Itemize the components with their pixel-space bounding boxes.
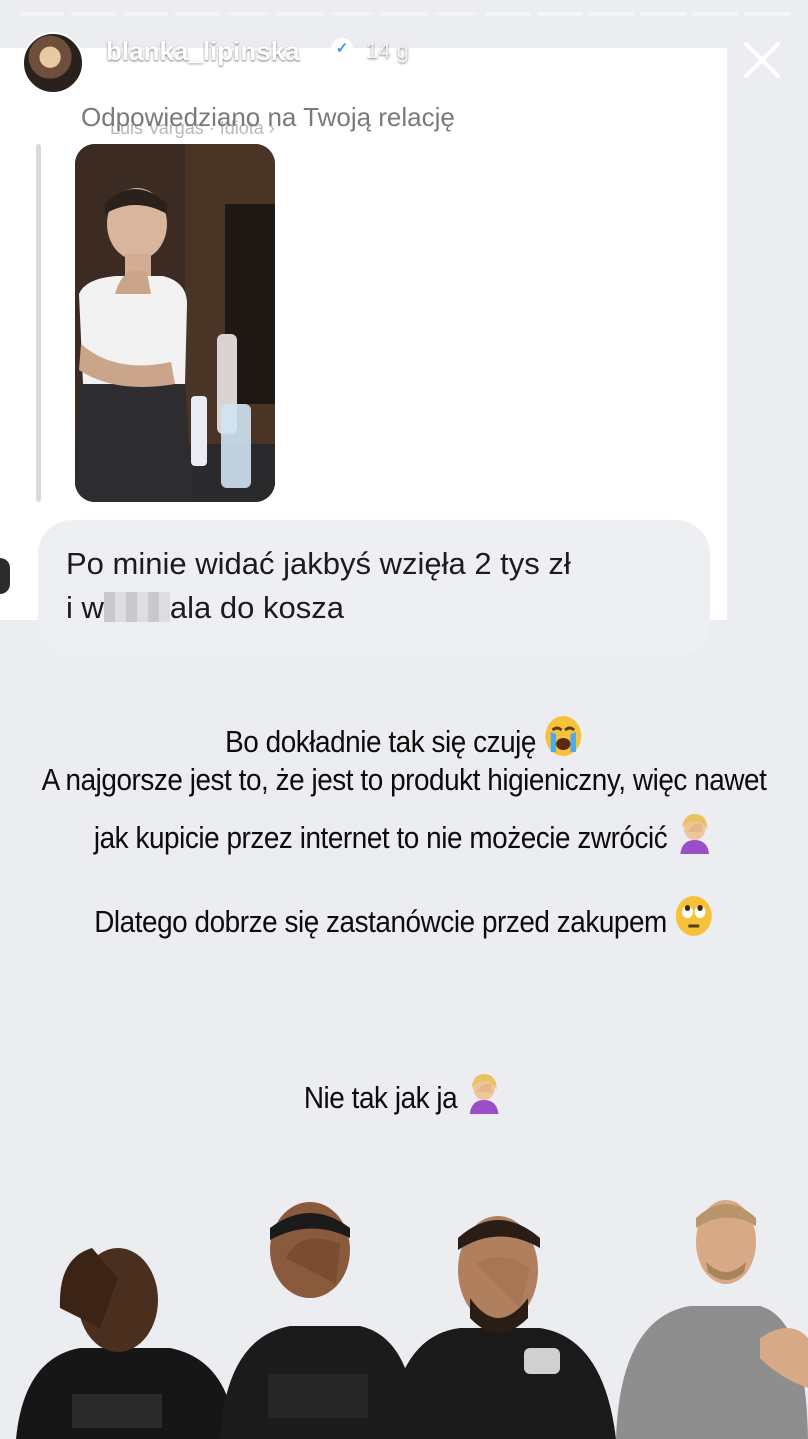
message-text-line2-start: i w bbox=[66, 590, 104, 625]
facepalm-icon bbox=[675, 810, 715, 862]
progress-segment bbox=[692, 12, 739, 16]
avatar[interactable] bbox=[22, 32, 84, 94]
caption-line-2-text: A najgorsze jest to, że jest to produkt … bbox=[41, 762, 767, 797]
progress-segment bbox=[69, 12, 116, 16]
eye-roll-icon bbox=[674, 894, 714, 946]
message-text-line1: Po minie widać jakbyś wzięła 2 tys zł bbox=[66, 546, 571, 581]
person-4-figure bbox=[616, 1200, 808, 1439]
progress-segment bbox=[432, 12, 479, 16]
progress-segment bbox=[640, 12, 687, 16]
close-icon bbox=[744, 42, 780, 78]
facepalm-gif-sticker[interactable] bbox=[0, 1188, 808, 1439]
progress-segment bbox=[225, 12, 272, 16]
progress-segment bbox=[588, 12, 635, 16]
quote-line bbox=[36, 144, 41, 502]
reply-hint-label: Odpowiedziano na Twoją relację bbox=[81, 102, 455, 132]
verified-badge-icon: ✓ bbox=[331, 38, 353, 60]
progress-segment bbox=[121, 12, 168, 16]
message-bubble: Po minie widać jakbyś wzięła 2 tys zł i … bbox=[38, 520, 710, 656]
crying-face-icon bbox=[543, 714, 583, 766]
progress-segment bbox=[329, 12, 376, 16]
caption-line-4-text: Dlatego dobrze się zastanówcie przed zak… bbox=[94, 904, 667, 939]
progress-segment bbox=[277, 12, 324, 16]
message-text-line2-end: ala do kosza bbox=[169, 590, 344, 625]
progress-segment bbox=[744, 12, 790, 16]
edge-indicator bbox=[0, 558, 10, 594]
reply-message-card: Luis Vargas · Idiota › Odpowiedziano na … bbox=[0, 48, 727, 656]
caption-line-2: A najgorsze jest to, że jest to produkt … bbox=[40, 762, 767, 798]
story-header: blanka_lipinska ✓ 14 g bbox=[22, 28, 786, 94]
progress-segment bbox=[381, 12, 427, 16]
caption-line-3: jak kupicie przez internet to nie możeci… bbox=[40, 810, 767, 862]
censor-blur bbox=[103, 592, 170, 622]
post-time: 14 g bbox=[366, 38, 409, 63]
caption-line-3-text: jak kupicie przez internet to nie możeci… bbox=[93, 820, 668, 855]
replied-story-thumbnail[interactable] bbox=[75, 144, 275, 502]
facepalm-icon bbox=[465, 1070, 505, 1122]
username[interactable]: blanka_lipinska bbox=[106, 36, 300, 67]
caption-line-4: Dlatego dobrze się zastanówcie przed zak… bbox=[40, 894, 767, 946]
caption-line-1: Bo dokładnie tak się czuję bbox=[40, 714, 767, 766]
progress-segment bbox=[484, 12, 531, 16]
progress-segment bbox=[536, 12, 583, 16]
caption-line-5-text: Nie tak jak ja bbox=[303, 1080, 458, 1115]
caption-line-1-text: Bo dokładnie tak się czuję bbox=[225, 724, 536, 759]
person-2-figure bbox=[220, 1202, 418, 1439]
person-3-figure bbox=[388, 1216, 616, 1439]
progress-segment bbox=[173, 12, 220, 16]
close-button[interactable] bbox=[738, 36, 786, 84]
progress-segment bbox=[18, 12, 64, 16]
story-progress-bar bbox=[18, 12, 790, 16]
person-1-figure bbox=[16, 1248, 236, 1439]
caption-line-5: Nie tak jak ja bbox=[40, 1070, 767, 1122]
